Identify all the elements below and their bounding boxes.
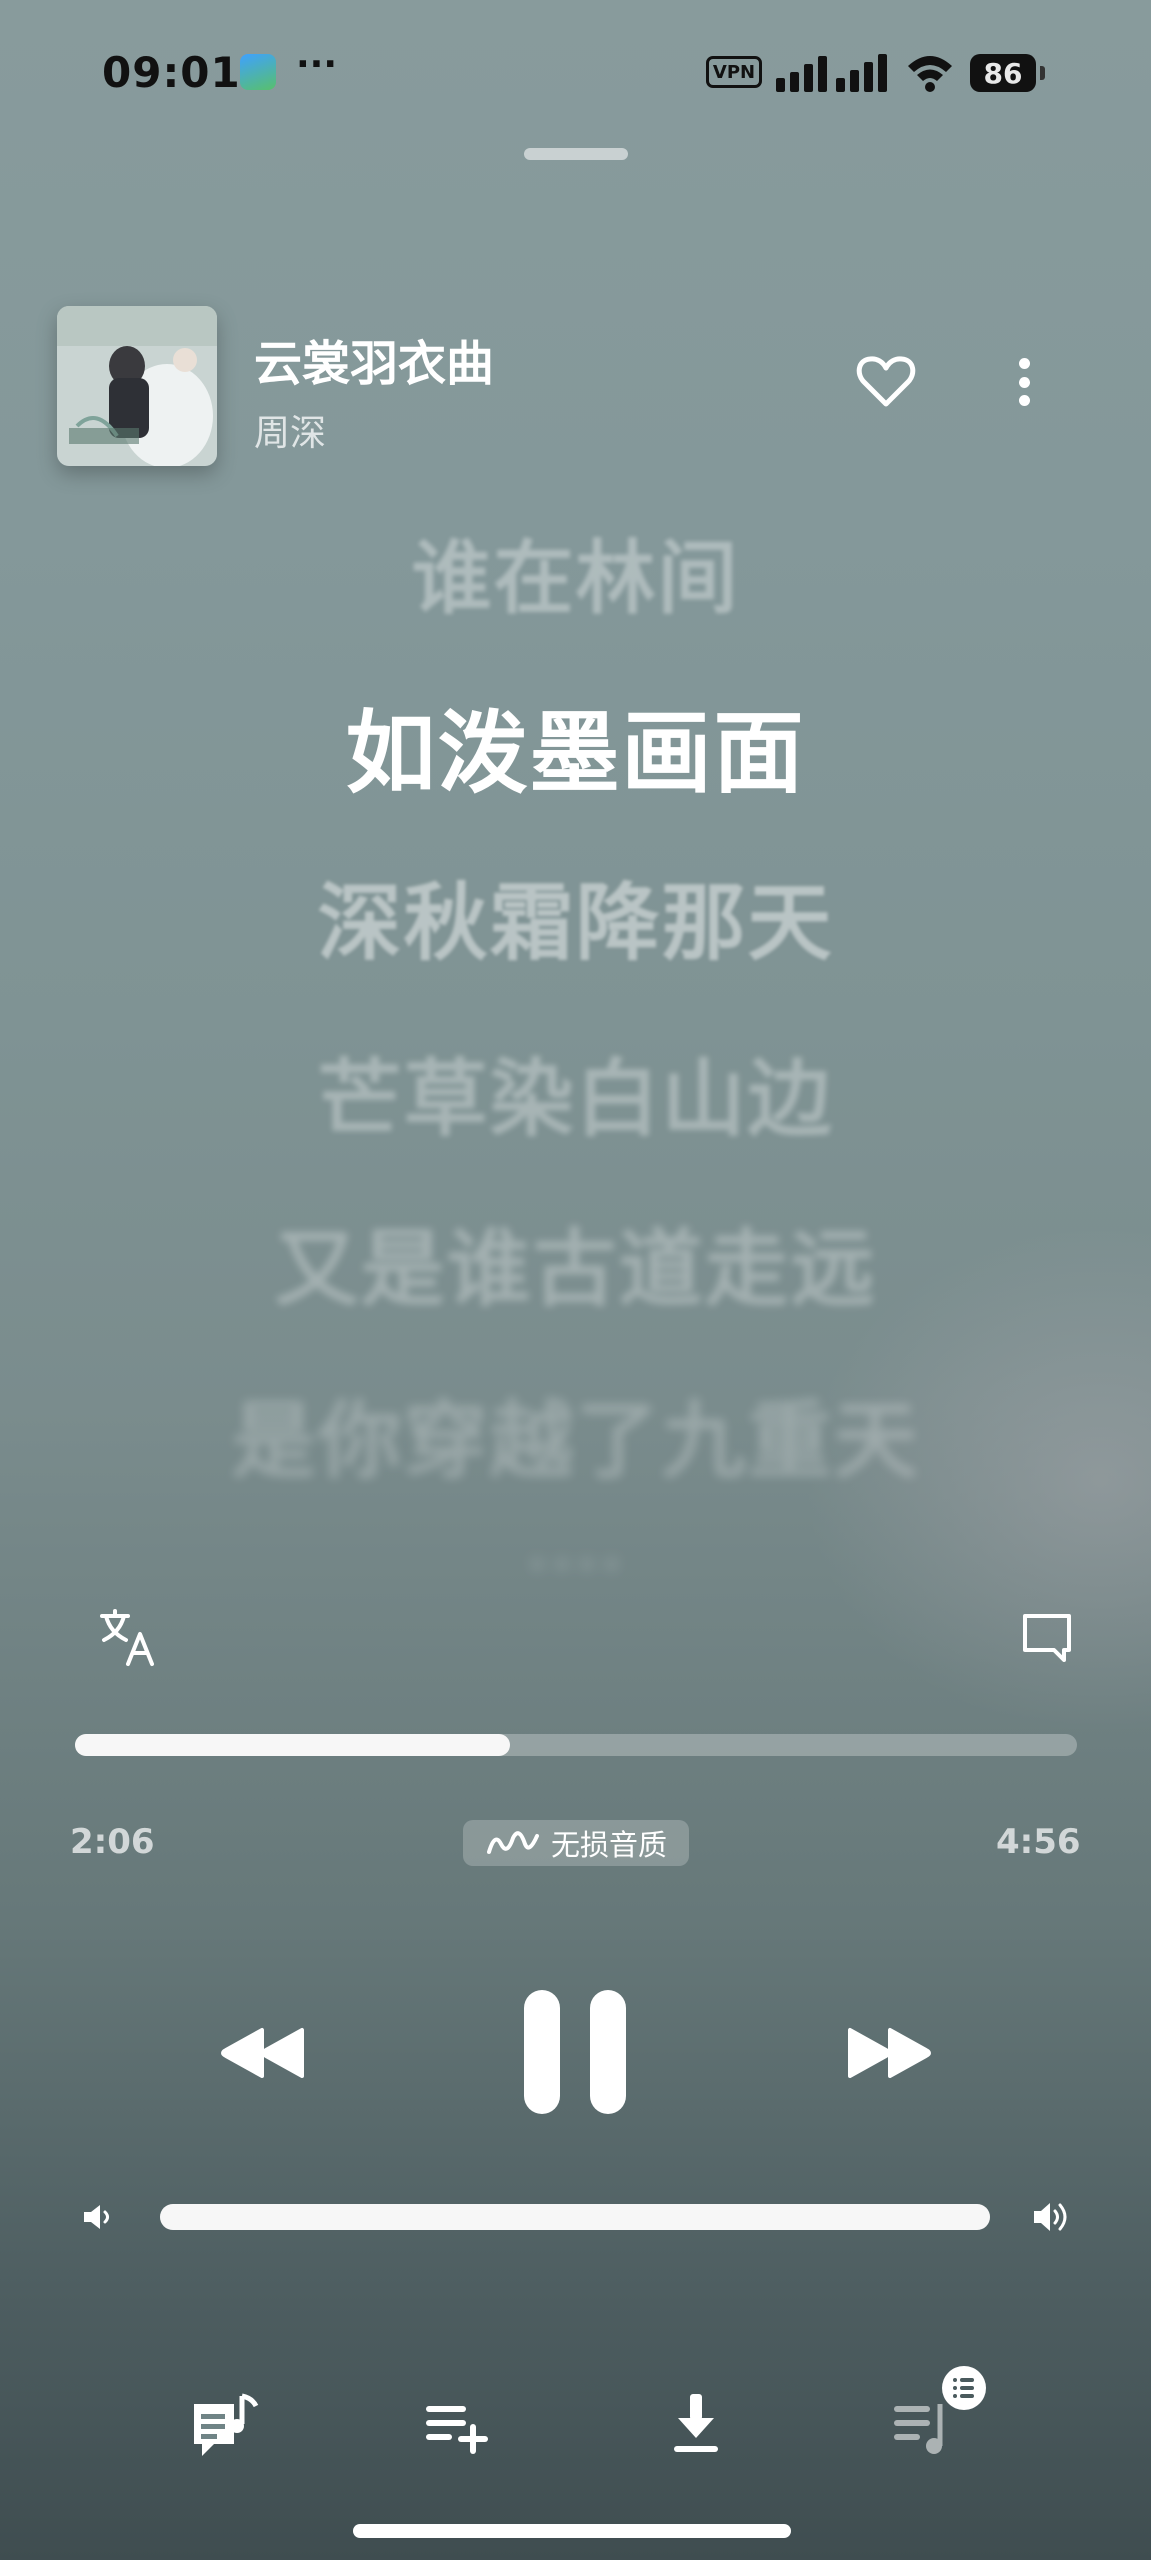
lyric-line[interactable]: 是你穿越了九重天 (0, 1374, 1151, 1495)
fast-forward-icon[interactable] (844, 2026, 934, 2080)
battery-icon: 86 (970, 54, 1036, 92)
queue-count-badge (942, 2366, 986, 2410)
vpn-icon: VPN (706, 56, 762, 88)
lyrics-poster-icon[interactable] (190, 2388, 262, 2460)
translate-icon[interactable] (98, 1608, 158, 1668)
pause-icon[interactable] (520, 1990, 630, 2114)
lyric-line[interactable]: 芒草染白山边 (0, 1032, 1151, 1153)
progress-slider[interactable] (75, 1734, 1077, 1756)
volume-fill (160, 2204, 990, 2230)
progress-fill (75, 1734, 510, 1756)
album-cover[interactable] (57, 306, 217, 466)
list-icon (953, 2378, 974, 2398)
volume-low-icon[interactable] (82, 2202, 116, 2232)
cellular-signal-icon (776, 54, 887, 92)
status-more-indicator: ··· (296, 44, 338, 85)
download-icon[interactable] (660, 2388, 732, 2460)
volume-slider[interactable] (160, 2204, 990, 2230)
lyric-line[interactable]: 又是谁古道走远 (0, 1202, 1151, 1323)
status-time: 09:01 (102, 48, 241, 97)
lyric-line[interactable]: 深秋霜降那天 (0, 856, 1151, 977)
add-to-playlist-icon[interactable] (420, 2388, 492, 2460)
song-title: 云裳羽衣曲 (254, 336, 495, 392)
battery-tip (1040, 66, 1045, 80)
home-indicator[interactable] (353, 2524, 791, 2538)
app-notification-icon (240, 54, 276, 90)
lyrics-panel[interactable]: 谁在林间 如泼墨画面 深秋霜降那天 芒草染白山边 又是谁古道走远 是你穿越了九重… (0, 500, 1151, 1580)
lyric-line[interactable]: 谁在林间 (0, 514, 1151, 630)
quality-badge[interactable]: 无损音质 (463, 1820, 689, 1866)
status-bar: 09:01 ··· VPN 86 (0, 0, 1151, 150)
lyric-line-current[interactable]: 如泼墨画面 (0, 680, 1151, 810)
lyric-line[interactable]: ···· (0, 1530, 1151, 1570)
sheet-grabber[interactable] (524, 148, 628, 160)
total-time: 4:56 (996, 1822, 1081, 1862)
more-vertical-icon[interactable] (1004, 350, 1044, 414)
lossless-icon (486, 1831, 539, 1854)
current-time: 2:06 (70, 1822, 155, 1862)
heart-icon[interactable] (854, 350, 918, 414)
quality-label: 无损音质 (550, 1828, 667, 1862)
comment-icon[interactable] (1020, 1610, 1074, 1664)
artist-name[interactable]: 周深 (254, 404, 326, 456)
rewind-icon[interactable] (218, 2026, 308, 2080)
wifi-icon (908, 56, 952, 92)
volume-high-icon[interactable] (1032, 2198, 1074, 2236)
